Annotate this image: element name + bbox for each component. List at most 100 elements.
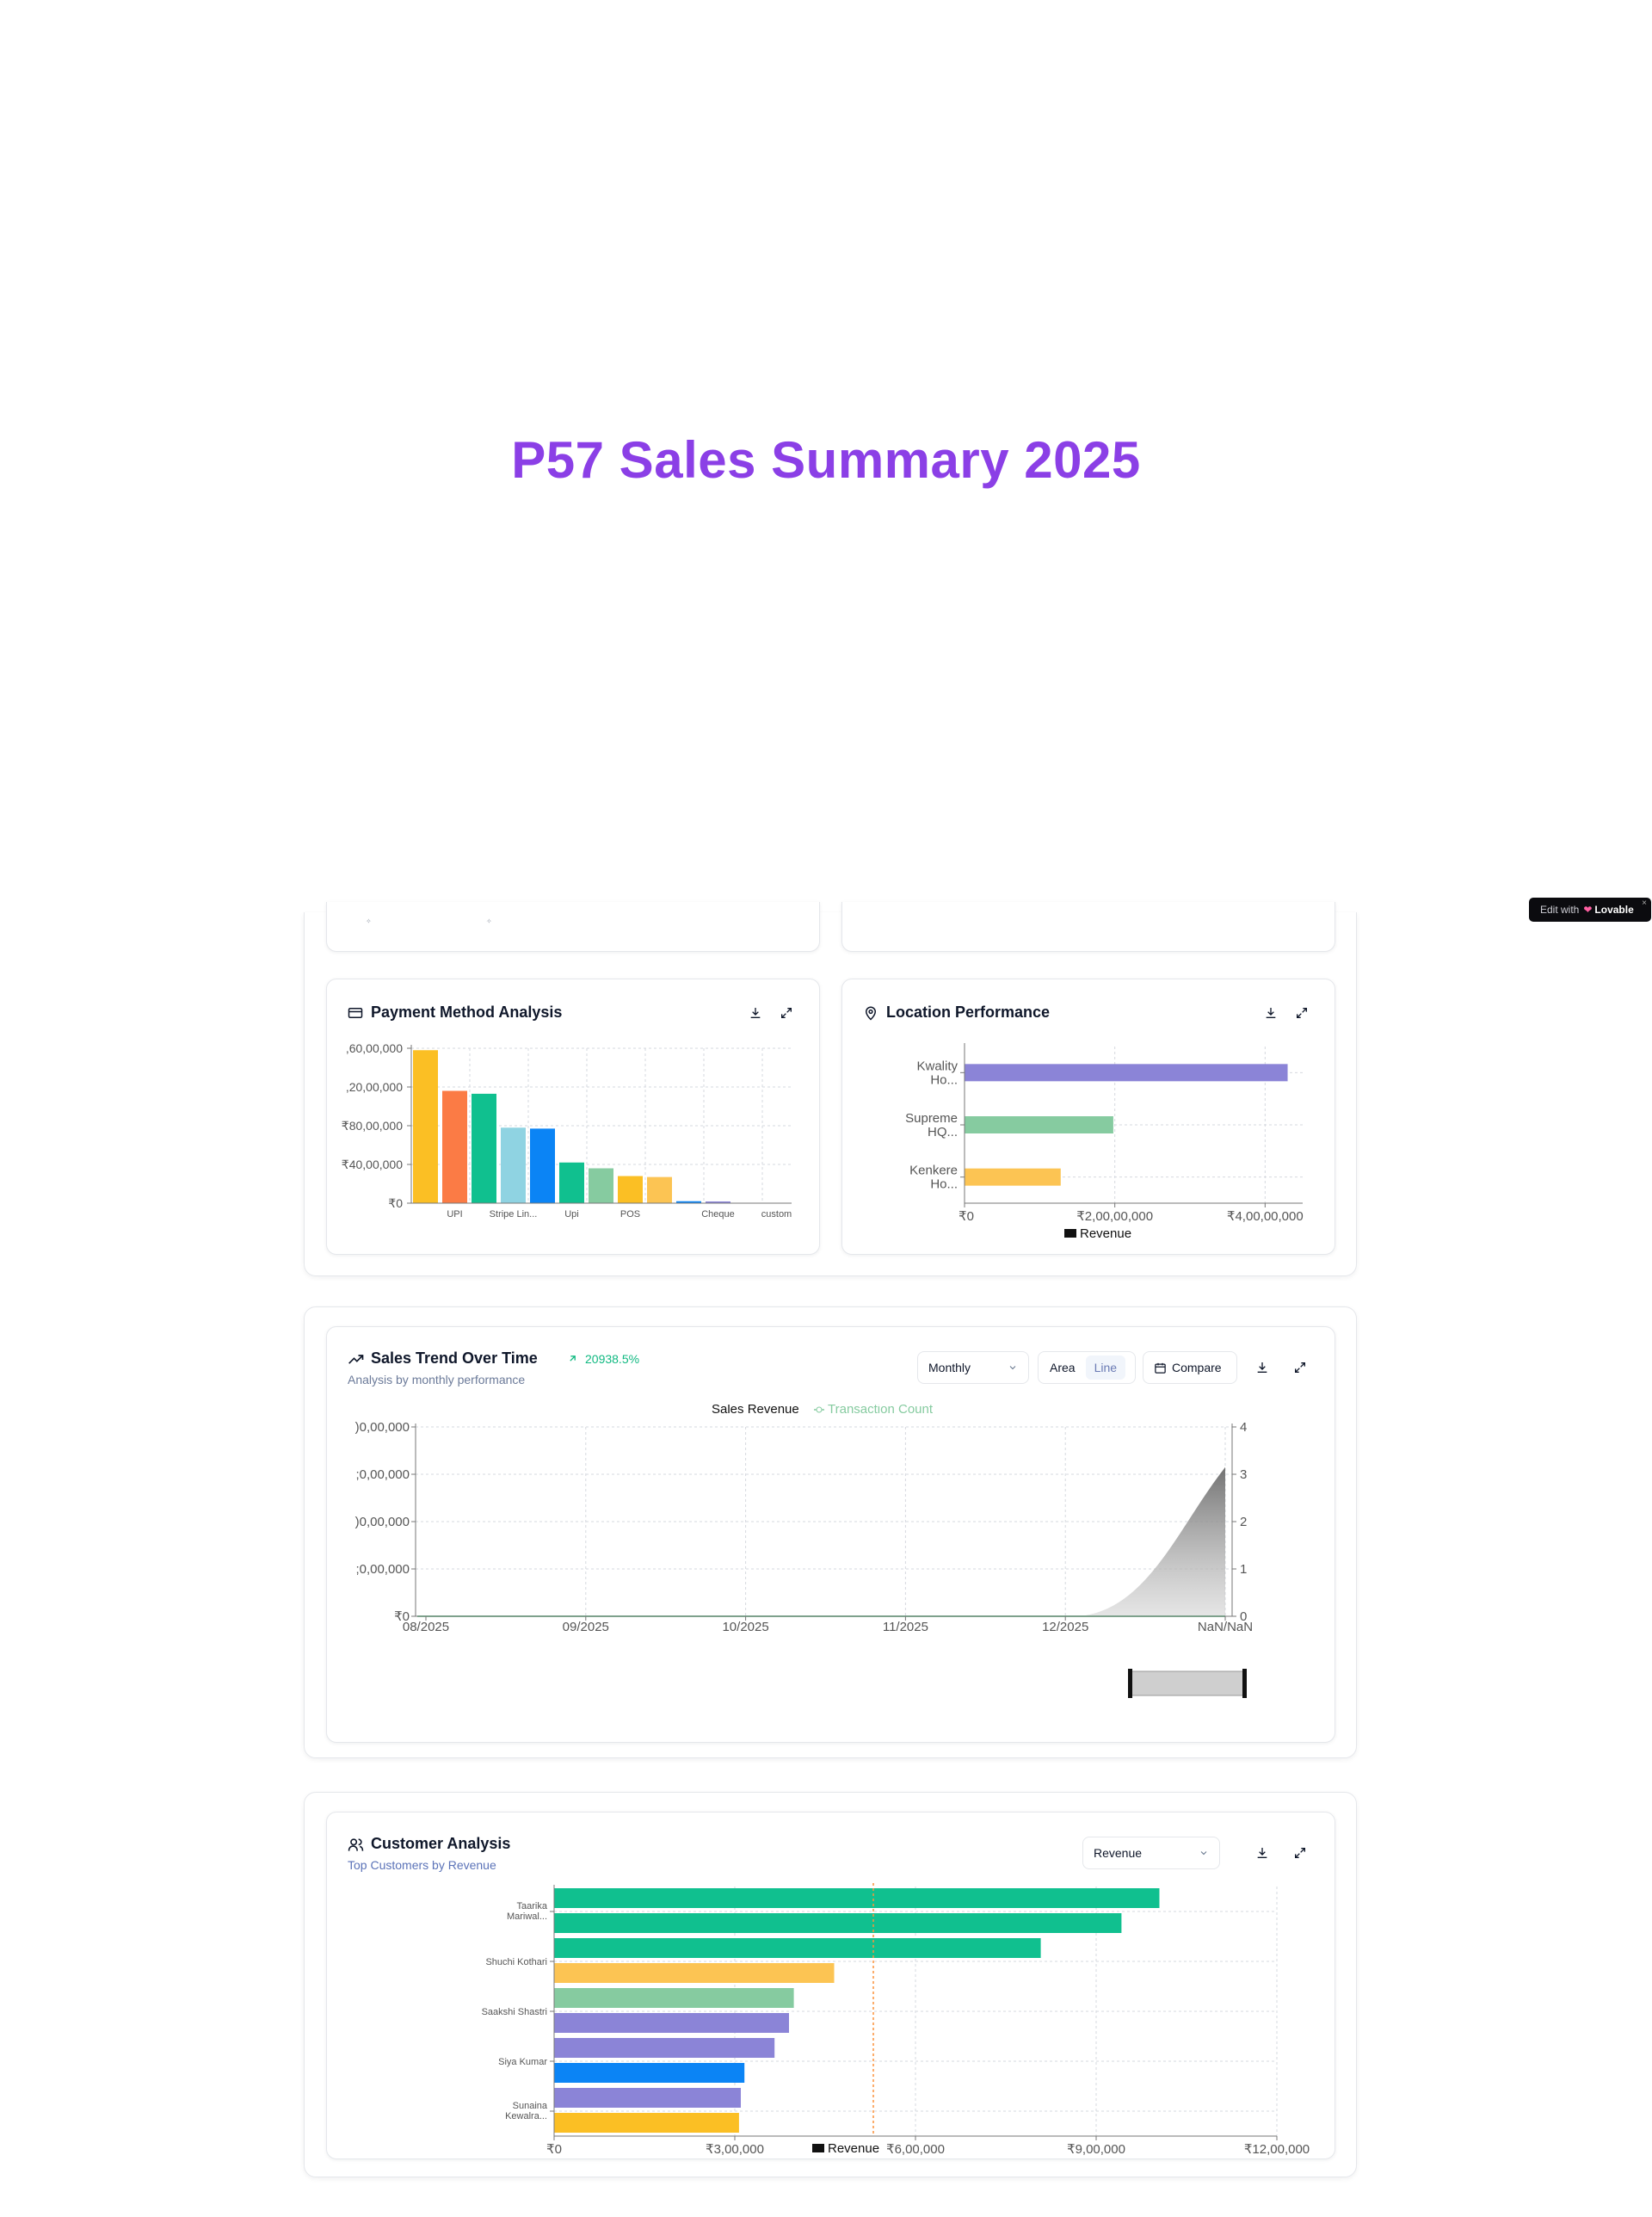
payment-bar	[530, 1128, 555, 1203]
brush-range	[1130, 1670, 1245, 1696]
y2-tick-label: 2	[1240, 1515, 1247, 1529]
calendar-icon	[1154, 1362, 1167, 1374]
legend-transaction-count: Transaction Count	[828, 1405, 934, 1417]
y-tick-label: Taarika	[517, 1901, 548, 1911]
x-tick-label: ₹12,00,000	[1244, 2142, 1310, 2157]
x-tick-label: 08/2025	[403, 1620, 449, 1634]
y-tick-label: Ho...	[930, 1177, 958, 1192]
y-tick-label: ;0,00,000	[355, 1562, 410, 1577]
payment-bar	[472, 1093, 496, 1203]
map-pin-icon	[863, 1005, 878, 1025]
download-icon[interactable]	[1251, 1842, 1273, 1864]
x-tick-label: 12/2025	[1042, 1620, 1088, 1634]
cut-off-legend-marker: ✧	[366, 917, 372, 925]
location-bar	[965, 1116, 1113, 1133]
x-tick-label: ₹9,00,000	[1067, 2142, 1125, 2157]
breakdown-section: ✧ ✧ Payment Method Analysis ,60,00,000 ,2…	[304, 902, 1357, 1276]
metric-select[interactable]: Revenue	[1082, 1837, 1220, 1869]
y2-tick-label: 4	[1240, 1420, 1247, 1435]
y-tick-label: Siya Kumar	[498, 2057, 547, 2067]
metric-select-value: Revenue	[1094, 1846, 1143, 1860]
cut-off-card-right	[841, 902, 1335, 952]
expand-icon[interactable]	[775, 1002, 798, 1024]
chevron-down-icon	[1199, 1847, 1209, 1861]
legend-swatch	[1064, 1229, 1076, 1238]
customer-bar	[554, 1988, 794, 2008]
customer-bar	[554, 2113, 739, 2133]
download-icon[interactable]	[1260, 1002, 1282, 1024]
y-tick-label: HQ...	[928, 1125, 958, 1139]
users-icon	[348, 1837, 364, 1857]
x-tick-label: custom	[761, 1209, 792, 1220]
growth-percentage: 20938.5%	[585, 1352, 640, 1366]
x-tick-label: Upi	[564, 1209, 579, 1220]
period-select[interactable]: Monthly	[917, 1351, 1029, 1384]
y-tick-label: ,60,00,000	[346, 1041, 403, 1055]
legend-label: Revenue	[1080, 1226, 1131, 1241]
customer-card-title: Customer Analysis	[371, 1835, 511, 1852]
download-icon[interactable]	[1251, 1356, 1273, 1379]
y-tick-label: ₹0	[388, 1196, 403, 1210]
customer-bar-chart: ₹0 ₹3,00,000 ₹6,00,000 ₹9,00,000 ₹12,00,000 T…	[482, 1883, 1310, 2157]
y-tick-label: )0,00,000	[355, 1515, 410, 1529]
credit-card-icon	[348, 1005, 363, 1025]
legend-swatch	[812, 2144, 824, 2152]
arrow-up-right-icon	[567, 1353, 578, 1368]
x-tick-label: ₹4,00,00,000	[1227, 1209, 1304, 1224]
x-tick-label: UPI	[447, 1209, 462, 1220]
brush-handle-right	[1242, 1669, 1247, 1698]
y-tick-label: Supreme	[905, 1111, 958, 1126]
view-line-button[interactable]: Line	[1085, 1356, 1126, 1380]
y-tick-label: ,20,00,000	[346, 1080, 403, 1094]
customer-bar	[554, 1963, 835, 1983]
y-tick-label: Kwality	[916, 1059, 958, 1073]
y2-tick-label: 3	[1240, 1467, 1247, 1482]
y-tick-label: Kenkere	[909, 1164, 958, 1178]
sales-trend-chart: Sales Revenue Transaction Count)0,00,000 4…	[355, 1405, 1253, 1698]
brush-handle-left	[1128, 1669, 1132, 1698]
dashboard-page: P57 Sales Summary 2025 Edit with ❤ Lovab…	[0, 0, 1652, 2217]
x-tick-label: ₹6,00,000	[886, 2142, 945, 2157]
compare-button[interactable]: Compare	[1143, 1351, 1237, 1384]
legend-label: Revenue	[828, 2141, 879, 2156]
trend-card-subtitle: Analysis by monthly performance	[348, 1373, 526, 1386]
y-tick-label: Sunaina	[513, 2101, 548, 2111]
expand-icon[interactable]	[1291, 1002, 1313, 1024]
download-icon[interactable]	[744, 1002, 767, 1024]
payment-bar	[589, 1168, 613, 1203]
location-bar-chart: KwalityHo...SupremeHQ...KenkereHo...₹0 ₹2…	[905, 1043, 1304, 1241]
trend-card-title: Sales Trend Over Time	[371, 1349, 538, 1367]
customer-bar	[554, 2038, 775, 2058]
edit-with-lovable-badge[interactable]: Edit with ❤ Lovable ×	[1529, 898, 1651, 922]
chart-view-toggle: Area Line	[1038, 1351, 1136, 1384]
cut-off-legend-marker: ✧	[486, 917, 492, 925]
payment-bar-chart: ,60,00,000 ,20,00,000 ₹80,00,000 ₹40,00,000…	[342, 1041, 792, 1220]
customer-card-subtitle: Top Customers by Revenue	[348, 1858, 496, 1872]
customer-bar	[554, 2088, 741, 2108]
x-tick-label: Stripe Lin...	[490, 1209, 538, 1220]
payment-bar	[647, 1176, 672, 1203]
badge-close-icon[interactable]: ×	[1642, 899, 1647, 908]
expand-icon[interactable]	[1289, 1842, 1311, 1864]
x-tick-label: ₹0	[959, 1209, 974, 1224]
payment-bar	[442, 1090, 467, 1203]
location-performance-card: Location Performance Kwality Ho... Supreme…	[841, 979, 1335, 1255]
payment-bar	[501, 1127, 526, 1203]
customer-section: Customer Analysis Top Customers by Reven…	[304, 1792, 1357, 2177]
view-area-button[interactable]: Area	[1041, 1356, 1084, 1380]
lovable-heart-icon: ❤	[1583, 904, 1593, 916]
payment-bar	[559, 1162, 584, 1203]
customer-bar	[554, 1938, 1041, 1958]
x-tick-label: 10/2025	[722, 1620, 768, 1634]
x-tick-label: ₹2,00,00,000	[1076, 1209, 1153, 1224]
legend-transaction-marker-dot	[816, 1406, 823, 1413]
badge-edit-text: Edit with	[1540, 904, 1580, 916]
y-tick-label: ₹80,00,000	[342, 1119, 403, 1133]
y-tick-label: Saakshi Shastri	[482, 2007, 547, 2017]
customer-analysis-card: Customer Analysis Top Customers by Reven…	[326, 1812, 1335, 2159]
sales-trend-card: Sales Trend Over Time 20938.5% Analysis …	[326, 1326, 1335, 1743]
page-title: P57 Sales Summary 2025	[511, 431, 1141, 489]
y-tick-label: Kewalra...	[505, 2111, 547, 2121]
x-tick-label: 11/2025	[883, 1620, 928, 1634]
expand-icon[interactable]	[1289, 1356, 1311, 1379]
